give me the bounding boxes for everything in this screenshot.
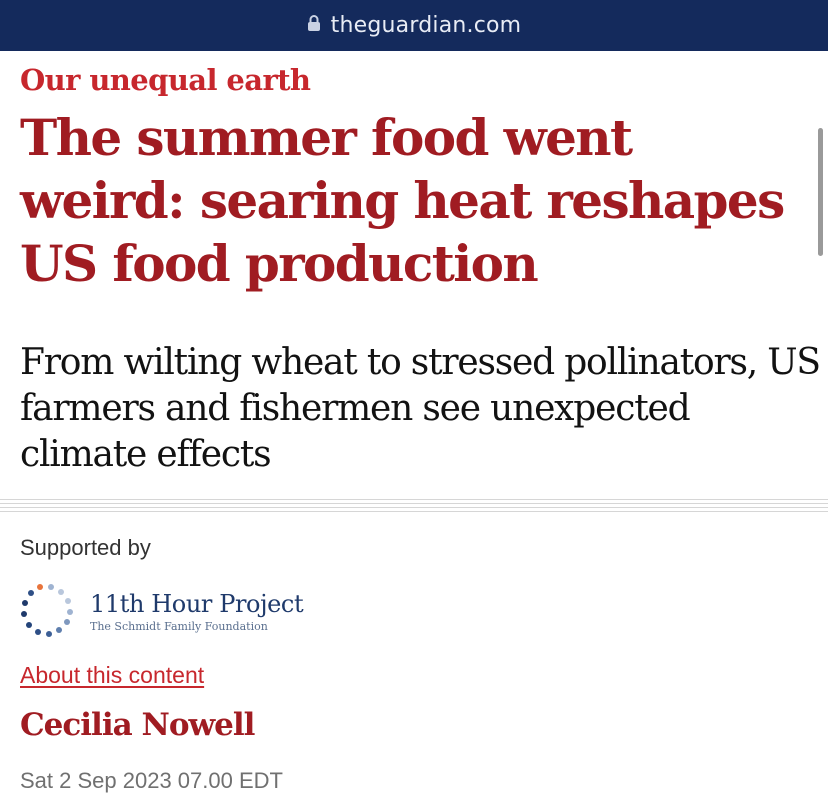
dotted-circle-logo-icon	[20, 583, 74, 642]
url-domain: theguardian.com	[330, 13, 522, 38]
section-kicker[interactable]: Our unequal earth	[20, 63, 311, 97]
browser-url-bar[interactable]: theguardian.com	[0, 0, 828, 51]
scrollbar[interactable]	[818, 128, 823, 256]
article-headline: The summer food went weird: searing heat…	[20, 108, 785, 293]
sponsor-name: 11th Hour Project	[90, 590, 304, 618]
article-standfirst: From wilting wheat to stressed pollinato…	[20, 342, 821, 475]
about-this-content-link[interactable]: About this content	[20, 662, 204, 689]
sponsor-subtitle: The Schmidt Family Foundation	[90, 620, 268, 633]
publish-date: Sat 2 Sep 2023 07.00 EDT	[20, 768, 283, 793]
lock-icon	[307, 14, 321, 37]
sponsor-logo[interactable]: 11th Hour Project The Schmidt Family Fou…	[20, 583, 304, 642]
author-byline[interactable]: Cecilia Nowell	[20, 707, 255, 743]
section-divider	[0, 499, 828, 515]
supported-by-label: Supported by	[20, 535, 151, 560]
